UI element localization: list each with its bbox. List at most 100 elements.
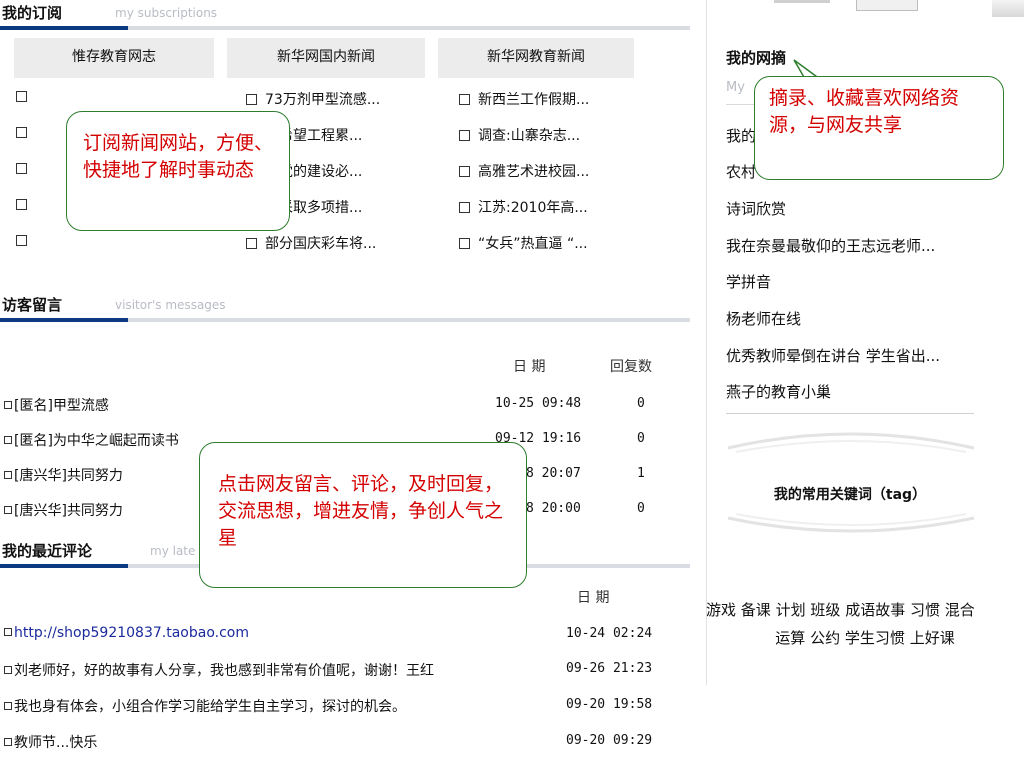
checkbox-icon[interactable] bbox=[459, 129, 470, 141]
message-author[interactable]: 匿名 bbox=[19, 433, 47, 449]
bullet-icon bbox=[4, 628, 12, 636]
tag-link[interactable]: 成语故事 bbox=[845, 601, 905, 619]
netclip-link[interactable]: 农村 bbox=[726, 161, 756, 182]
tag-link[interactable]: 游戏 bbox=[706, 601, 736, 619]
checkbox-icon[interactable] bbox=[459, 237, 470, 249]
message-replies: 0 bbox=[637, 431, 645, 446]
message-date: 8 20:00 bbox=[526, 501, 581, 516]
tag-link[interactable]: 上好课 bbox=[910, 629, 955, 647]
top-tab-edge bbox=[774, 0, 830, 3]
checkbox-icon[interactable] bbox=[246, 237, 257, 249]
tag-link[interactable]: 班级 bbox=[810, 601, 840, 619]
tag-link[interactable]: 公约 bbox=[810, 629, 840, 647]
checkbox-icon[interactable] bbox=[16, 234, 27, 246]
bullet-icon bbox=[4, 702, 12, 710]
netclip-link[interactable]: 我在奈曼最敬仰的王志远老师... bbox=[726, 235, 935, 256]
bullet-icon bbox=[4, 738, 12, 746]
checkbox-icon[interactable] bbox=[16, 162, 27, 174]
netclip-link[interactable]: 学拼音 bbox=[726, 271, 771, 292]
checkbox-icon[interactable] bbox=[459, 93, 470, 105]
netclip-title: 我的网摘 bbox=[726, 49, 787, 67]
avatar[interactable] bbox=[856, 0, 918, 11]
list-item[interactable]: 部分国庆彩车将... bbox=[246, 233, 376, 253]
list-item[interactable] bbox=[16, 125, 35, 141]
bullet-icon bbox=[4, 436, 12, 444]
comment-text[interactable]: http://shop59210837.taobao.com bbox=[14, 625, 249, 641]
checkbox-icon[interactable] bbox=[16, 126, 27, 138]
divider bbox=[726, 413, 974, 414]
comment-date: 09-20 19:58 bbox=[566, 697, 653, 712]
netclip-link[interactable]: 杨老师在线 bbox=[726, 308, 801, 329]
netclip-title-en: My bbox=[726, 80, 745, 95]
message-date: 8 20:07 bbox=[526, 466, 581, 481]
callout-messages: 点击网友留言、评论，及时回复，交流思想，增进友情，争创人气之星 bbox=[199, 442, 527, 588]
checkbox-icon[interactable] bbox=[16, 198, 27, 210]
comment-date: 09-26 21:23 bbox=[566, 661, 653, 676]
comments-title-en: my late bbox=[150, 544, 196, 558]
comment-text[interactable]: 刘老师好，好的故事有人分享，我也感到非常有价值呢，谢谢！王红 bbox=[14, 663, 434, 679]
netclip-link[interactable]: 优秀教师晕倒在讲台 学生省出... bbox=[726, 345, 940, 366]
feed-header-3[interactable]: 新华网教育新闻 bbox=[438, 38, 634, 78]
comment-text[interactable]: 我也身有体会，小组合作学习能给学生自主学习，探讨的机会。 bbox=[14, 699, 406, 715]
visitor-replies-header: 回复数 bbox=[610, 359, 652, 375]
message-replies: 1 bbox=[637, 466, 645, 481]
tag-cloud-line-1: 游戏 备课 计划 班级 成语故事 习惯 混合 bbox=[706, 599, 1024, 620]
list-item[interactable] bbox=[16, 161, 35, 177]
list-item[interactable] bbox=[16, 89, 35, 105]
tag-link[interactable]: 运算 bbox=[775, 629, 805, 647]
subscriptions-header: 我的订阅 my subscriptions bbox=[0, 2, 690, 32]
list-item[interactable]: 高雅艺术进校园... bbox=[459, 161, 589, 181]
list-item[interactable]: “女兵”热直逼 “... bbox=[459, 233, 588, 253]
swoosh-divider bbox=[727, 513, 975, 533]
comment-date: 10-24 02:24 bbox=[566, 626, 653, 641]
netclip-link[interactable]: 燕子的教育小巢 bbox=[726, 381, 831, 402]
visitor-date-header: 日 期 bbox=[513, 359, 546, 375]
swoosh-divider bbox=[727, 432, 975, 453]
tag-link[interactable]: 学生习惯 bbox=[845, 629, 905, 647]
message-replies: 0 bbox=[637, 396, 645, 411]
message-author[interactable]: 匿名 bbox=[19, 398, 47, 414]
bullet-icon bbox=[4, 666, 12, 674]
message-title[interactable]: 共同努力 bbox=[67, 503, 123, 519]
message-author[interactable]: 唐兴华 bbox=[19, 468, 61, 484]
bullet-icon bbox=[4, 401, 12, 409]
list-item[interactable] bbox=[16, 197, 35, 213]
checkbox-icon[interactable] bbox=[246, 93, 257, 105]
tag-cloud-line-2: 运算 公约 学生习惯 上好课 bbox=[706, 627, 1024, 648]
feed-header-2[interactable]: 新华网国内新闻 bbox=[227, 38, 425, 78]
comments-title: 我的最近评论 bbox=[2, 542, 93, 560]
netclip-link[interactable]: 诗词欣赏 bbox=[726, 198, 786, 219]
tag-link[interactable]: 备课 bbox=[741, 601, 771, 619]
callout-subscribe: 订阅新闻网站，方便、快捷地了解时事动态 bbox=[66, 111, 290, 231]
message-date: 10-25 09:48 bbox=[495, 396, 582, 411]
comment-text[interactable]: 教师节...快乐 bbox=[14, 735, 97, 751]
message-author[interactable]: 唐兴华 bbox=[19, 503, 61, 519]
visitor-title-en: visitor's messages bbox=[115, 298, 226, 312]
message-title[interactable]: 为中华之崛起而读书 bbox=[53, 433, 179, 449]
list-item[interactable]: 调查:山寨杂志... bbox=[459, 125, 580, 145]
subscriptions-title: 我的订阅 bbox=[2, 4, 63, 22]
list-item[interactable]: 新西兰工作假期... bbox=[459, 89, 589, 109]
netclip-link[interactable]: 我的 bbox=[726, 125, 756, 146]
checkbox-icon[interactable] bbox=[16, 90, 27, 102]
checkbox-icon[interactable] bbox=[459, 201, 470, 213]
feed-header-1[interactable]: 惟存教育网志 bbox=[14, 38, 214, 78]
message-replies: 0 bbox=[637, 501, 645, 516]
list-item[interactable] bbox=[16, 233, 35, 249]
checkbox-icon[interactable] bbox=[459, 165, 470, 177]
message-title[interactable]: 共同努力 bbox=[67, 468, 123, 484]
tag-link[interactable]: 习惯 bbox=[910, 601, 940, 619]
bullet-icon bbox=[4, 506, 12, 514]
visitor-title: 访客留言 bbox=[2, 296, 63, 314]
comments-date-header: 日 期 bbox=[577, 590, 610, 606]
bullet-icon bbox=[4, 471, 12, 479]
message-title[interactable]: 甲型流感 bbox=[53, 398, 109, 414]
tag-link[interactable]: 混合 bbox=[945, 601, 975, 619]
tag-link[interactable]: 计划 bbox=[776, 601, 806, 619]
list-item[interactable]: 江苏:2010年高... bbox=[459, 197, 588, 217]
subscriptions-title-en: my subscriptions bbox=[115, 6, 218, 20]
list-item[interactable]: 73万剂甲型流感... bbox=[246, 89, 380, 109]
corner-decoration bbox=[992, 0, 1024, 17]
visitor-header: 访客留言 visitor's messages bbox=[0, 294, 690, 324]
callout-netclip: 摘录、收藏喜欢网络资源，与网友共享 bbox=[754, 76, 1004, 180]
